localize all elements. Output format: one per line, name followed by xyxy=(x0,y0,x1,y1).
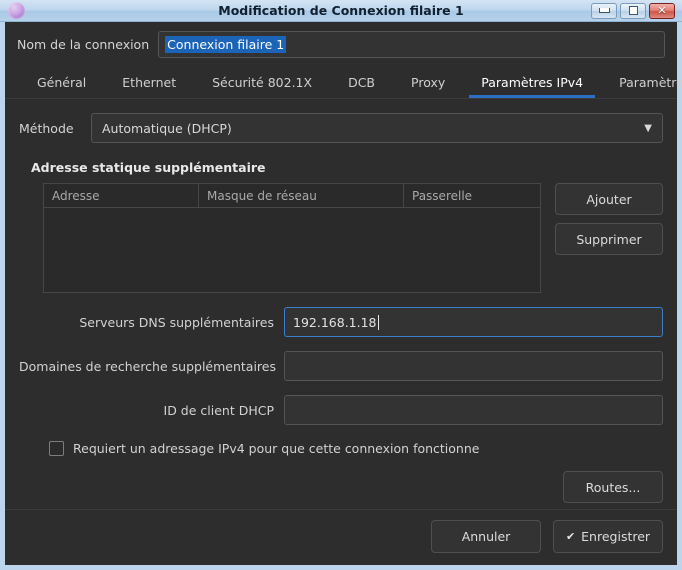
search-domains-row: Domaines de recherche supplémentaires xyxy=(19,351,663,381)
save-button[interactable]: ✔ Enregistrer xyxy=(553,520,663,553)
titlebar: Modification de Connexion filaire 1 ✕ xyxy=(0,0,682,22)
network-orb-icon xyxy=(8,2,25,19)
table-body-empty[interactable] xyxy=(44,208,540,292)
table-header-row: Adresse Masque de réseau Passerelle xyxy=(44,184,540,208)
maximize-button[interactable] xyxy=(620,2,646,19)
connection-name-row: Nom de la connexion Connexion filaire 1 xyxy=(5,22,677,66)
method-row: Méthode Automatique (DHCP) ▼ xyxy=(19,113,663,143)
tab-ipv4-settings[interactable]: Paramètres IPv4 xyxy=(463,76,601,99)
require-ipv4-checkbox[interactable] xyxy=(49,441,64,456)
dhcp-client-id-row: ID de client DHCP xyxy=(19,395,663,425)
dns-servers-value: 192.168.1.18 xyxy=(293,314,377,330)
tab-ethernet[interactable]: Ethernet xyxy=(104,76,194,99)
close-icon: ✕ xyxy=(657,4,667,17)
dns-servers-label: Serveurs DNS supplémentaires xyxy=(79,314,274,330)
search-domains-input[interactable] xyxy=(284,351,663,381)
tab-dcb[interactable]: DCB xyxy=(330,76,393,99)
dhcp-client-id-input[interactable] xyxy=(284,395,663,425)
column-header-gateway: Passerelle xyxy=(412,188,473,203)
connection-name-label: Nom de la connexion xyxy=(17,37,150,52)
method-label: Méthode xyxy=(19,120,74,136)
add-address-button[interactable]: Ajouter xyxy=(555,183,663,215)
search-domains-label: Domaines de recherche supplémentaires xyxy=(19,358,277,374)
dns-servers-row: Serveurs DNS supplémentaires 192.168.1.1… xyxy=(19,307,663,337)
connection-name-value: Connexion filaire 1 xyxy=(165,36,287,53)
remove-address-button[interactable]: Supprimer xyxy=(555,223,663,255)
tab-proxy[interactable]: Proxy xyxy=(393,76,463,99)
routes-button[interactable]: Routes... xyxy=(563,471,663,503)
tab-ipv6-settings[interactable]: Paramètres IPv6 xyxy=(601,76,682,99)
dialog-footer: Annuler ✔ Enregistrer xyxy=(5,509,677,565)
chevron-down-icon: ▼ xyxy=(644,122,652,134)
window-controls: ✕ xyxy=(591,2,678,19)
cancel-button[interactable]: Annuler xyxy=(431,520,541,553)
maximize-icon xyxy=(628,6,638,15)
tab-bar: Général Ethernet Sécurité 802.1X DCB Pro… xyxy=(5,66,682,99)
tab-security-8021x[interactable]: Sécurité 802.1X xyxy=(194,76,330,99)
column-header-address: Adresse xyxy=(44,184,199,207)
method-value: Automatique (DHCP) xyxy=(102,120,232,136)
require-ipv4-row[interactable]: Requiert un adressage IPv4 pour que cett… xyxy=(49,441,663,456)
method-dropdown[interactable]: Automatique (DHCP) ▼ xyxy=(91,113,663,143)
save-button-label: Enregistrer xyxy=(581,529,651,544)
close-button[interactable]: ✕ xyxy=(649,2,675,19)
static-address-table[interactable]: Adresse Masque de réseau Passerelle xyxy=(43,183,541,293)
require-ipv4-label: Requiert un adressage IPv4 pour que cett… xyxy=(73,441,480,456)
text-cursor xyxy=(377,314,379,330)
ipv4-panel: Méthode Automatique (DHCP) ▼ Adresse sta… xyxy=(5,99,677,509)
dns-servers-input[interactable]: 192.168.1.18 xyxy=(284,307,663,337)
window-title: Modification de Connexion filaire 1 xyxy=(218,2,464,18)
tab-general[interactable]: Général xyxy=(19,76,104,99)
table-action-buttons: Ajouter Supprimer xyxy=(555,183,663,255)
column-header-netmask: Masque de réseau xyxy=(199,184,404,207)
routes-row: Routes... xyxy=(19,471,663,503)
check-icon: ✔ xyxy=(565,530,576,543)
connection-editor-window: Modification de Connexion filaire 1 ✕ No… xyxy=(0,0,682,570)
dhcp-client-id-label: ID de client DHCP xyxy=(163,402,274,418)
dialog-content: Nom de la connexion Connexion filaire 1 … xyxy=(5,22,682,565)
minimize-button[interactable] xyxy=(591,2,617,19)
static-address-section-title: Adresse statique supplémentaire xyxy=(31,160,266,175)
connection-name-input[interactable]: Connexion filaire 1 xyxy=(158,31,665,58)
static-address-area: Adresse Masque de réseau Passerelle Ajou… xyxy=(19,183,663,293)
minimize-icon xyxy=(598,8,610,13)
